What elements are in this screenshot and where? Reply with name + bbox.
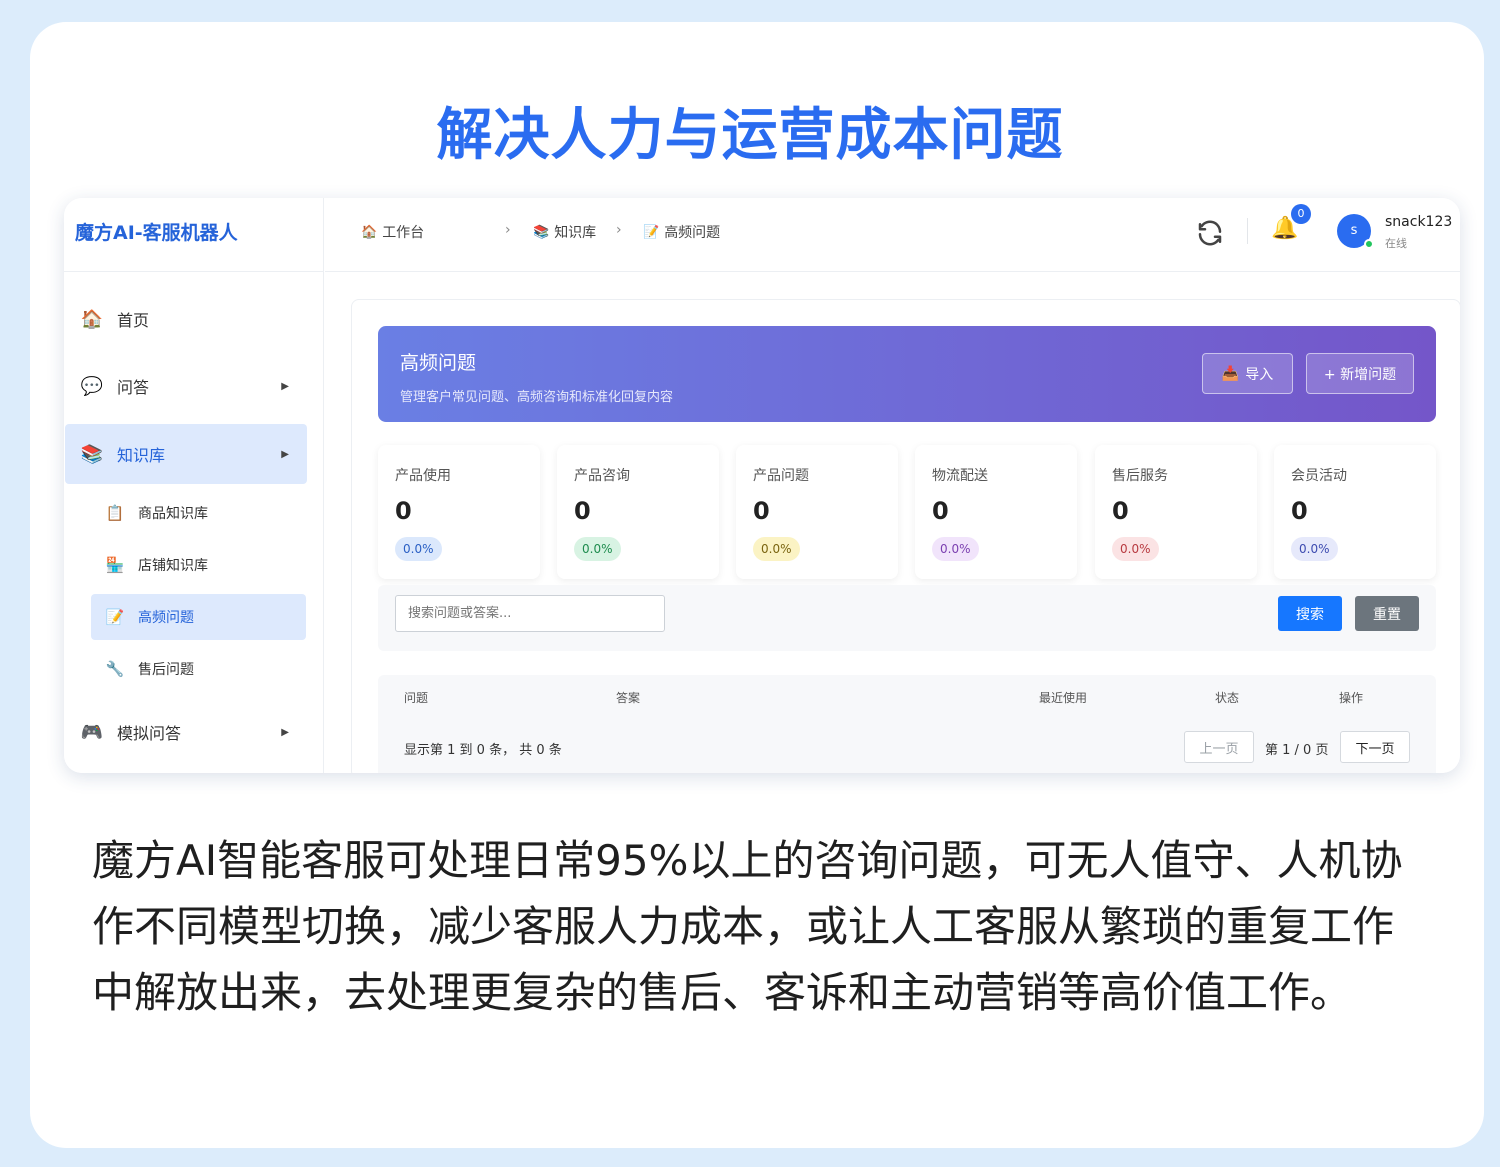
sidebar-subitem-label: 商品知识库: [138, 506, 208, 522]
books-icon: 📚: [80, 443, 104, 465]
stat-label: 售后服务: [1112, 468, 1168, 484]
breadcrumb-separator: ›: [505, 222, 511, 238]
stat-percent-badge: 0.0%: [753, 537, 800, 561]
stat-label: 产品使用: [395, 468, 451, 484]
promo-headline: 解决人力与运营成本问题: [436, 103, 1064, 168]
add-question-button[interactable]: + 新增问题: [1306, 353, 1414, 394]
stat-value: 0: [1291, 497, 1308, 525]
stat-label: 产品问题: [753, 468, 809, 484]
stat-percent-badge: 0.0%: [395, 537, 442, 561]
memo-icon: 📝: [105, 608, 125, 626]
page-title: 高频问题: [400, 352, 477, 374]
sidebar-item-label: 首页: [117, 311, 150, 330]
books-icon: 📚: [533, 224, 550, 240]
expand-arrow-icon: ▶: [281, 726, 289, 738]
sidebar-item-simulated-qa[interactable]: 🎮 模拟问答 ▶: [65, 702, 307, 762]
home-icon: 🏠: [80, 308, 104, 330]
sidebar-subitem-after-sales[interactable]: 🔧 售后问题: [91, 646, 306, 692]
breadcrumb-label: 知识库: [554, 225, 597, 241]
reset-button[interactable]: 重置: [1355, 596, 1419, 631]
store-icon: 🏪: [105, 556, 125, 574]
page-banner: 高频问题 管理客户常见问题、高频咨询和标准化回复内容 📥 导入 + 新增问题: [378, 326, 1436, 422]
import-button-label: 导入: [1245, 366, 1274, 383]
search-input[interactable]: [395, 595, 665, 632]
prev-page-button[interactable]: 上一页: [1184, 731, 1254, 763]
inbox-icon: 📥: [1221, 365, 1240, 382]
breadcrumb-label: 高频问题: [664, 225, 721, 241]
stat-card-logistics: 物流配送 0 0.0%: [915, 445, 1077, 579]
stat-label: 会员活动: [1291, 468, 1347, 484]
sidebar-item-label: 知识库: [117, 446, 166, 465]
chat-bubble-icon: 💬: [80, 375, 104, 397]
stat-value: 0: [932, 497, 949, 525]
sidebar-subitem-faq[interactable]: 📝 高频问题: [91, 594, 306, 640]
stat-card-member-activity: 会员活动 0 0.0%: [1274, 445, 1436, 579]
stat-card-after-sales: 售后服务 0 0.0%: [1095, 445, 1257, 579]
column-header-answer: 答案: [616, 691, 641, 705]
sidebar-item-qa[interactable]: 💬 问答 ▶: [65, 356, 307, 416]
sidebar-item-home[interactable]: 🏠 首页: [65, 289, 307, 349]
stat-label: 物流配送: [932, 468, 988, 484]
refresh-icon[interactable]: [1195, 218, 1225, 248]
stat-value: 0: [753, 497, 770, 525]
wrench-icon: 🔧: [105, 660, 125, 678]
breadcrumb-faq: 📝 高频问题: [643, 222, 720, 242]
user-name[interactable]: snack123: [1385, 214, 1452, 230]
promo-caption: 魔方AI智能客服可处理日常95%以上的咨询问题，可无人值守、人机协作不同模型切换…: [92, 836, 1403, 1017]
stat-card-product-usage: 产品使用 0 0.0%: [378, 445, 540, 579]
stat-percent-badge: 0.0%: [932, 537, 979, 561]
stat-label: 产品咨询: [574, 468, 630, 484]
topbar-divider: [1247, 218, 1248, 244]
expand-arrow-icon: ▶: [281, 380, 289, 392]
breadcrumb-workbench[interactable]: 🏠 工作台: [361, 222, 424, 242]
sidebar-subitem-label: 售后问题: [138, 662, 194, 678]
sidebar-subitem-label: 店铺知识库: [138, 558, 208, 574]
app-screenshot: 魔方AI-客服机器人 🏠 首页 💬 问答 ▶ 📚 知识库 ▶ 📋 商品知识库 🏪…: [64, 198, 1460, 773]
expand-arrow-icon: ▶: [281, 448, 289, 460]
column-header-question: 问题: [404, 691, 429, 705]
stat-percent-badge: 0.0%: [1112, 537, 1159, 561]
table-info: 显示第 1 到 0 条， 共 0 条: [404, 743, 562, 758]
stat-card-product-issue: 产品问题 0 0.0%: [736, 445, 898, 579]
clipboard-icon: 📋: [105, 504, 125, 522]
column-header-actions: 操作: [1339, 691, 1364, 705]
stat-value: 0: [574, 497, 591, 525]
page-indicator: 第 1 / 0 页: [1265, 743, 1329, 758]
top-bar: 🏠 工作台 › 📚 知识库 › 📝 高频问题 🔔 0 s snack123 在线: [325, 198, 1460, 272]
faq-table: 问题 答案 最近使用 状态 操作 显示第 1 到 0 条， 共 0 条 上一页 …: [378, 675, 1436, 773]
sidebar-item-label: 问答: [117, 378, 150, 397]
sidebar-item-knowledge-base[interactable]: 📚 知识库 ▶: [65, 424, 307, 484]
stat-value: 0: [395, 497, 412, 525]
sidebar: 魔方AI-客服机器人 🏠 首页 💬 问答 ▶ 📚 知识库 ▶ 📋 商品知识库 🏪…: [64, 198, 324, 773]
stat-percent-badge: 0.0%: [574, 537, 621, 561]
home-icon: 🏠: [361, 224, 378, 240]
stat-value: 0: [1112, 497, 1129, 525]
app-brand: 魔方AI-客服机器人: [64, 198, 323, 272]
breadcrumb-label: 工作台: [382, 225, 425, 241]
search-button[interactable]: 搜索: [1278, 596, 1342, 631]
main-content: 高频问题 管理客户常见问题、高频咨询和标准化回复内容 📥 导入 + 新增问题 产…: [351, 299, 1460, 773]
stat-percent-badge: 0.0%: [1291, 537, 1338, 561]
sidebar-subitem-store-kb[interactable]: 🏪 店铺知识库: [91, 542, 306, 588]
sidebar-subitem-label: 高频问题: [138, 610, 194, 626]
gamepad-icon: 🎮: [80, 721, 104, 743]
online-status-dot: [1364, 239, 1374, 249]
notification-badge: 0: [1291, 204, 1311, 224]
column-header-status: 状态: [1215, 691, 1240, 705]
next-page-button[interactable]: 下一页: [1340, 731, 1410, 763]
page-subtitle: 管理客户常见问题、高频咨询和标准化回复内容: [400, 390, 674, 405]
stat-card-product-inquiry: 产品咨询 0 0.0%: [557, 445, 719, 579]
search-bar: 搜索 重置: [378, 585, 1436, 651]
sidebar-subitem-product-kb[interactable]: 📋 商品知识库: [91, 490, 306, 536]
import-button[interactable]: 📥 导入: [1202, 353, 1293, 394]
sidebar-item-label: 模拟问答: [117, 724, 182, 743]
column-header-last-used: 最近使用: [1039, 691, 1088, 705]
memo-icon: 📝: [643, 224, 660, 240]
user-status: 在线: [1385, 237, 1407, 250]
breadcrumb-knowledge-base[interactable]: 📚 知识库: [533, 222, 596, 242]
breadcrumb-separator: ›: [616, 222, 622, 238]
